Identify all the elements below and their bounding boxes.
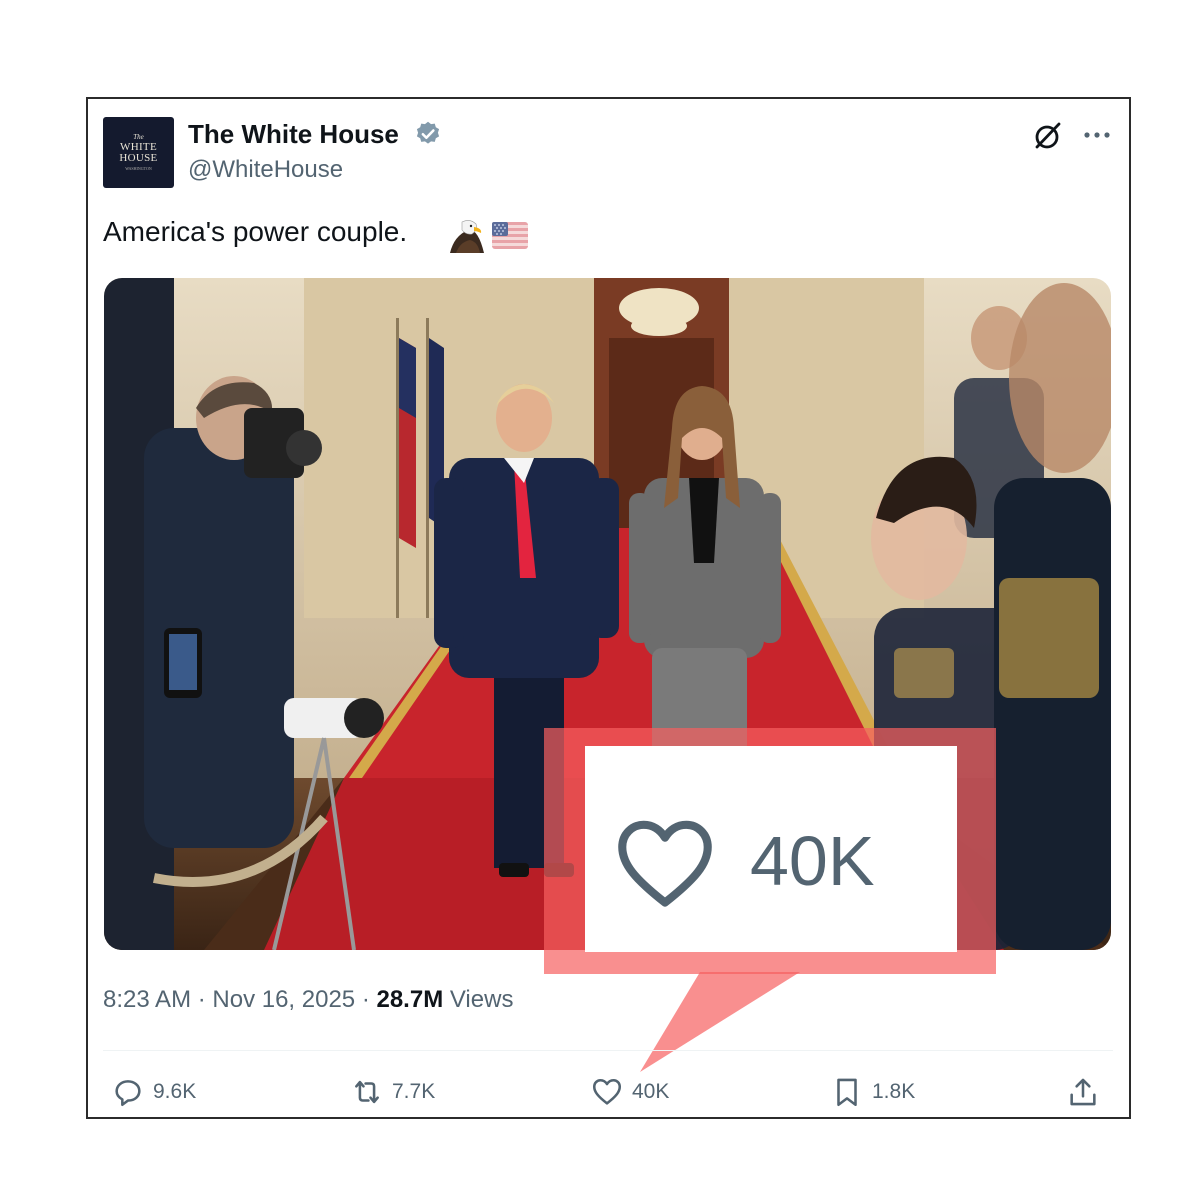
views-count: 28.7M	[376, 986, 444, 1013]
eagle-emoji	[450, 220, 484, 253]
share-icon	[1070, 1078, 1096, 1106]
avatar[interactable]: The WHITE HOUSE WASHINGTON	[103, 117, 174, 188]
bookmark-count: 1.8K	[872, 1080, 916, 1103]
like-count: 40K	[632, 1080, 670, 1103]
more-icon[interactable]	[1082, 120, 1112, 150]
like-button[interactable]: 40K	[590, 1074, 669, 1110]
author-handle[interactable]: @WhiteHouse	[188, 156, 343, 184]
callout-like-count: 40K	[750, 822, 875, 900]
retweet-icon	[355, 1080, 379, 1104]
verified-badge-icon	[416, 121, 440, 144]
reply-count: 9.6K	[153, 1080, 197, 1103]
divider	[103, 1050, 1113, 1051]
tweet-text: America's power couple.	[103, 216, 408, 247]
us-flag-emoji	[492, 222, 528, 249]
views-label: Views	[449, 986, 514, 1013]
callout-heart-icon	[618, 820, 712, 907]
author-name[interactable]: The White House	[188, 119, 399, 150]
share-button[interactable]	[1066, 1074, 1100, 1110]
reply-icon	[115, 1080, 141, 1107]
grok-icon[interactable]	[1032, 120, 1064, 152]
timestamp[interactable]: 8:23 AM · Nov 16, 2025 ·	[103, 986, 370, 1013]
bookmark-icon	[837, 1078, 857, 1107]
tweet-meta: 8:23 AM · Nov 16, 2025 · 28.7M Views	[103, 986, 513, 1014]
heart-icon	[592, 1078, 622, 1105]
retweet-count: 7.7K	[392, 1080, 436, 1103]
reply-button[interactable]: 9.6K	[111, 1074, 196, 1110]
bookmark-button[interactable]: 1.8K	[830, 1074, 915, 1110]
retweet-button[interactable]: 7.7K	[350, 1074, 435, 1110]
